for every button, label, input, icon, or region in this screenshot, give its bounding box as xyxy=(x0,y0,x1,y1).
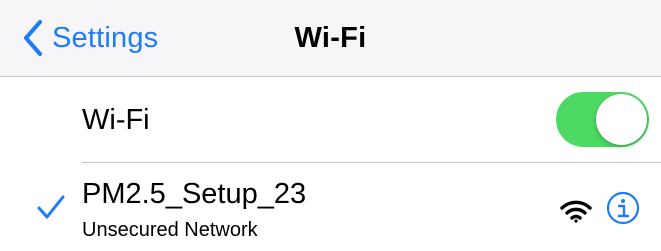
wifi-toggle-label: Wi-Fi xyxy=(82,104,150,136)
wifi-toggle-row: Wi-Fi xyxy=(0,77,661,163)
network-row[interactable]: PM2.5_Setup_23 Unsecured Network xyxy=(0,163,661,251)
network-name: PM2.5_Setup_23 xyxy=(82,178,307,210)
wifi-signal-icon xyxy=(560,200,592,223)
wifi-toggle-switch[interactable] xyxy=(556,92,649,147)
info-icon[interactable] xyxy=(606,191,640,225)
page-title: Wi-Fi xyxy=(294,22,367,54)
checkmark-icon xyxy=(37,195,65,219)
toggle-knob xyxy=(596,94,647,145)
navigation-bar: Settings Wi-Fi xyxy=(0,0,661,77)
network-security-status: Unsecured Network xyxy=(82,219,258,241)
wifi-settings-screen: Settings Wi-Fi Wi-Fi PM2.5_Setup_23 Unse… xyxy=(0,0,661,251)
